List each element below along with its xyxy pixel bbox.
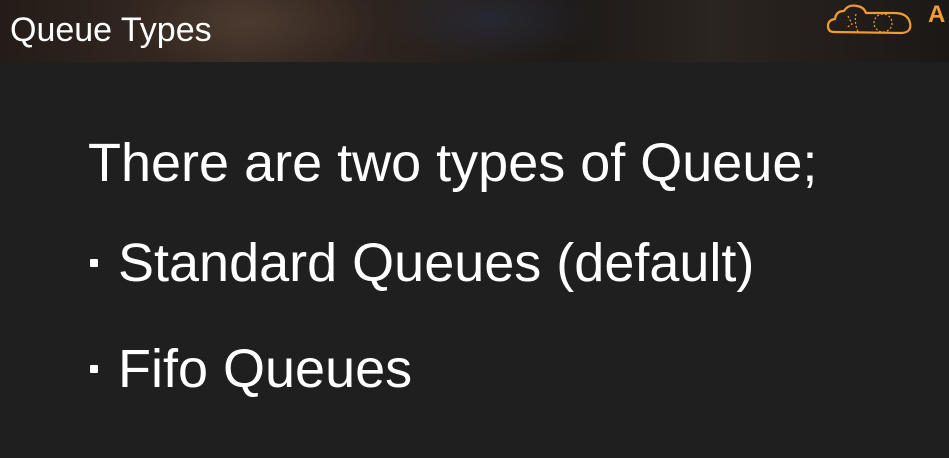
brand-letter: A [928, 1, 946, 28]
content-heading: There are two types of Queue; [88, 133, 818, 193]
bullet-label: Standard Queues (default) [118, 233, 755, 293]
slide-content: There are two types of Queue; Standard Q… [0, 62, 949, 458]
header-bar: Queue Types A [0, 0, 949, 62]
bullet-dot-icon [90, 259, 98, 267]
cloud-logo-icon [826, 4, 912, 35]
bullet-dot-icon [90, 365, 98, 373]
slide: Queue Types A There are two types of Que… [0, 0, 949, 458]
slide-title: Queue Types [10, 11, 212, 49]
bullet-item: Fifo Queues [88, 336, 412, 402]
header-background-shade [380, 0, 600, 62]
bullet-label: Fifo Queues [118, 339, 413, 399]
bullet-item: Standard Queues (default) [88, 230, 754, 296]
